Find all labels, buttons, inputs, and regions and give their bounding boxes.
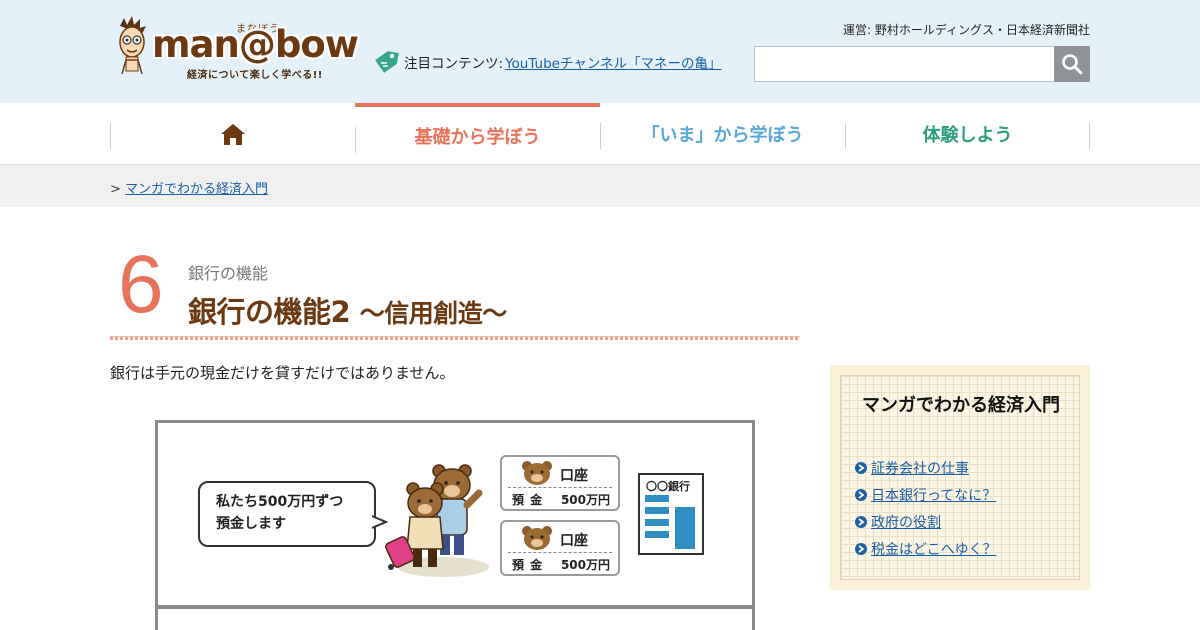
mascot-face-icon [119, 16, 146, 75]
sidebar-link[interactable]: 政府の役割 [871, 512, 941, 532]
account-deposit-label: 預 金 [512, 493, 544, 507]
account-divider [508, 552, 612, 553]
account-label: 口座 [560, 468, 588, 484]
bank-building: 〇〇銀行 [638, 473, 704, 555]
search-input[interactable] [754, 46, 1055, 82]
breadcrumb-bar: > マンガでわかる経済入門 [0, 165, 1200, 207]
operator-text: 運営: 野村ホールディングス・日本経済新聞社 [842, 23, 1090, 37]
sidebar-item[interactable]: 税金はどこへゆく？ [855, 535, 997, 562]
bank-building-icon [645, 495, 695, 549]
account-deposit-label: 預 金 [512, 558, 544, 572]
chevron-right-icon [855, 542, 867, 555]
nav-basics[interactable]: 基礎から学ぼう [355, 103, 600, 164]
chevron-right-icon [855, 461, 867, 474]
sidebar-item[interactable]: 日本銀行ってなに？ [855, 481, 997, 508]
account-card-2: 口座 預 金 500万円 [500, 520, 620, 576]
page-title-main: 銀行の機能2 [188, 295, 351, 329]
speech-line-1: 私たち500万円ずつ [216, 494, 344, 510]
manga-panel: 私たち500万円ずつ 預金します 口座 預 金 500万円 口座 預 金 500… [155, 420, 755, 608]
sidebar-item[interactable]: 政府の役割 [855, 508, 997, 535]
search-box [754, 46, 1090, 82]
chapter-number: 6 [118, 239, 164, 330]
chapter-subtitle: 銀行の機能 [188, 264, 269, 283]
chevron-right-icon [855, 515, 867, 528]
manga-panel-2 [155, 606, 755, 630]
account-card-1: 口座 預 金 500万円 [500, 455, 620, 511]
logo-wordmark: man@bow [152, 23, 359, 66]
account-divider [508, 487, 612, 488]
featured-label: 注目コンテンツ: [404, 56, 504, 72]
page-title-sub: 〜信用創造〜 [359, 299, 508, 328]
nav-experience[interactable]: 体験しよう [845, 103, 1090, 164]
speech-line-2: 預金します [216, 516, 286, 532]
nav-current-topics[interactable]: 「いま」から学ぼう [600, 103, 845, 164]
tag-icon [375, 51, 399, 73]
home-icon [220, 123, 245, 145]
account-amount: 500万円 [560, 558, 610, 572]
bear-face-icon [522, 461, 552, 485]
sidebar-link[interactable]: 日本銀行ってなに？ [871, 485, 996, 505]
site-logo[interactable]: まなぼう man@bow 経済について楽しく学べる!! [112, 16, 359, 88]
site-header: まなぼう man@bow 経済について楽しく学べる!! 運営: 野村ホールディン… [0, 0, 1200, 103]
sidebar-link[interactable]: 証券会社の仕事 [871, 458, 969, 478]
sidebar-link[interactable]: 税金はどこへゆく？ [871, 539, 997, 559]
title-divider [110, 336, 800, 340]
sidebar-item[interactable]: 証券会社の仕事 [855, 454, 997, 481]
lead-paragraph: 銀行は手元の現金だけを貸すだけではありません。 [110, 364, 455, 382]
account-amount: 500万円 [560, 493, 610, 507]
main-nav: 基礎から学ぼう 「いま」から学ぼう 体験しよう [0, 103, 1200, 165]
nav-home[interactable] [110, 103, 355, 164]
logo-tagline: 経済について楽しく学べる!! [187, 70, 323, 81]
account-label: 口座 [560, 533, 588, 549]
sidebar-links: 証券会社の仕事 日本銀行ってなに？ 政府の役割 税金はどこへゆく？ [855, 454, 997, 562]
speech-bubble: 私たち500万円ずつ 預金します [198, 481, 376, 547]
bank-name: 〇〇銀行 [646, 480, 690, 493]
sidebar-grid: マンガでわかる経済入門 証券会社の仕事 日本銀行ってなに？ 政府の役割 税金はど… [840, 375, 1080, 580]
breadcrumb: > マンガでわかる経済入門 [110, 178, 268, 197]
bear-characters-illustration [385, 464, 489, 577]
chevron-right-icon [855, 488, 867, 501]
search-icon [1062, 54, 1083, 75]
breadcrumb-separator: > [110, 182, 121, 197]
breadcrumb-link[interactable]: マンガでわかる経済入門 [125, 182, 268, 197]
search-button[interactable] [1054, 46, 1090, 82]
bear-face-icon [522, 526, 552, 550]
sidebar-box: マンガでわかる経済入門 証券会社の仕事 日本銀行ってなに？ 政府の役割 税金はど… [830, 365, 1090, 590]
page-title: 銀行の機能2 〜信用創造〜 [188, 289, 507, 331]
sidebar-title: マンガでわかる経済入門 [862, 395, 1060, 416]
featured-link[interactable]: YouTubeチャンネル「マネーの亀」 [505, 52, 722, 72]
featured-content: 注目コンテンツ: YouTubeチャンネル「マネーの亀」 [372, 48, 722, 76]
